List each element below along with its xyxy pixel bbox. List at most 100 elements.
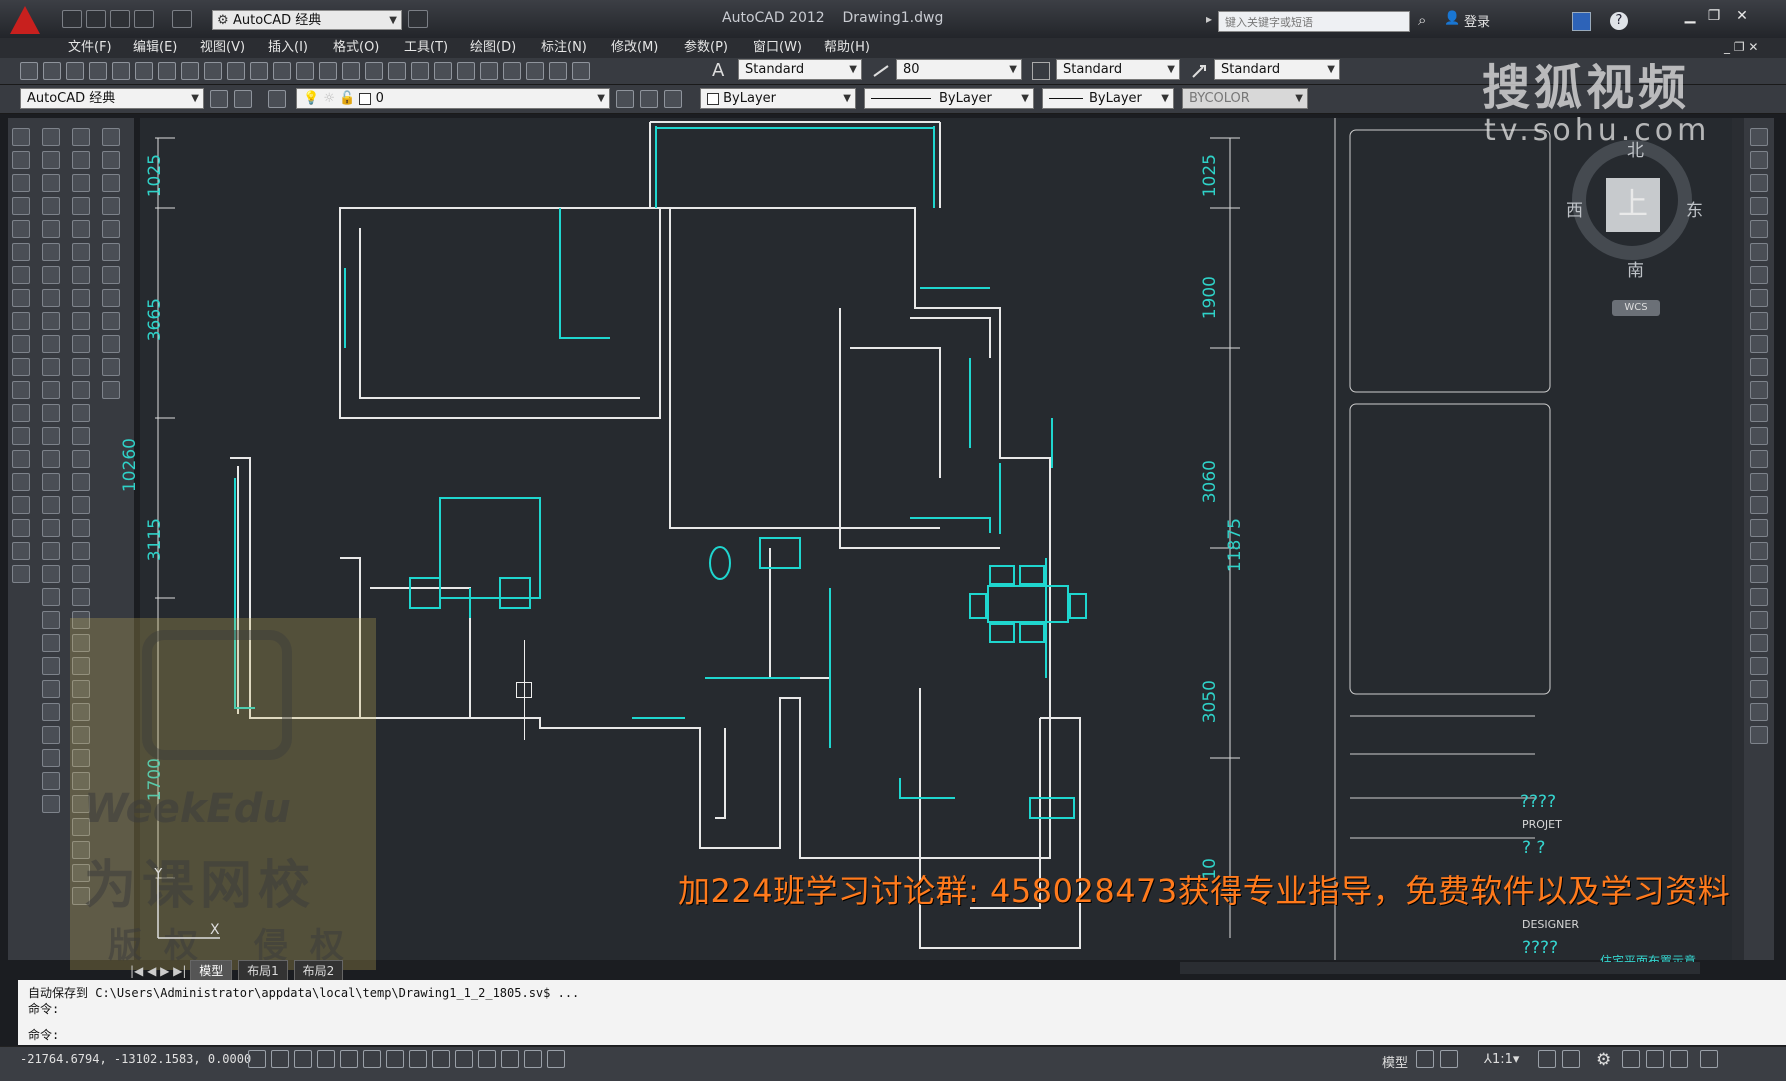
clip-viewport-icon[interactable] [1750,680,1768,698]
selection-cycling-icon[interactable] [547,1050,565,1068]
ellipse-icon[interactable] [12,335,30,353]
menu-help[interactable]: 帮助(H) [824,38,870,58]
zoom-previous-icon[interactable] [411,62,429,80]
single-viewport-icon[interactable] [1750,634,1768,652]
section-plane-icon[interactable] [72,473,90,491]
clean-screen-icon[interactable] [1700,1050,1718,1068]
offset-icon[interactable] [42,197,60,215]
array-icon[interactable] [42,220,60,238]
lineweight-select[interactable]: ByLayer ▼ [1042,88,1174,109]
workspace-save-icon[interactable] [234,90,252,108]
snap-tangent-icon[interactable] [42,749,60,767]
command-prompt[interactable]: 命令: [28,1026,59,1043]
front-view-icon[interactable] [102,220,120,238]
right-view-icon[interactable] [102,197,120,215]
pan-icon[interactable] [342,62,360,80]
layout-viewport-icon[interactable] [1750,611,1768,629]
layer-select[interactable]: 💡 ☼ 🔓 0 ▼ [296,88,610,109]
dim-jogged-icon[interactable] [1750,243,1768,261]
bottom-view-icon[interactable] [102,151,120,169]
zoom-window-icon[interactable] [388,62,406,80]
workspace-combo[interactable]: AutoCAD 经典 ▼ [20,88,204,109]
inspection-icon[interactable] [1750,473,1768,491]
snap-center-icon[interactable] [42,703,60,721]
camera-view-icon[interactable] [102,358,120,376]
insert-block-icon[interactable] [12,381,30,399]
grid-display-icon[interactable] [294,1050,312,1068]
save-icon[interactable] [408,10,428,28]
cone-icon[interactable] [72,197,90,215]
tool-palettes-icon[interactable] [480,62,498,80]
copy-icon[interactable] [204,62,222,80]
dim-edit-icon[interactable] [1750,519,1768,537]
dim-update-icon[interactable] [1750,565,1768,583]
binoculars-icon[interactable]: ⌕ [1418,11,1426,29]
named-views-icon[interactable] [1750,726,1768,744]
autocad-logo-icon[interactable] [10,6,40,34]
polygonal-viewport-icon[interactable] [1750,657,1768,675]
open-file-icon[interactable] [86,10,106,28]
color-select[interactable]: ByLayer ▼ [700,88,856,109]
rectangle-icon[interactable] [12,220,30,238]
auto-scale-icon[interactable] [1562,1050,1580,1068]
compass-east[interactable]: 东 [1686,196,1703,221]
erase-icon[interactable] [42,128,60,146]
subtract-icon[interactable] [72,427,90,445]
block-editor-icon[interactable] [273,62,291,80]
linetype-select[interactable]: ByLayer ▼ [864,88,1034,109]
redo-icon[interactable] [172,10,192,28]
layer-properties-icon[interactable] [268,90,286,108]
match-properties-icon[interactable] [250,62,268,80]
menu-dimension[interactable]: 标注(N) [541,38,587,58]
rotate-icon[interactable] [42,266,60,284]
point-icon[interactable] [12,427,30,445]
left-view-icon[interactable] [102,174,120,192]
dim-aligned-icon[interactable] [1750,151,1768,169]
fillet-icon[interactable] [42,473,60,491]
markup-icon[interactable] [526,62,544,80]
revolve-icon[interactable] [72,335,90,353]
open-icon[interactable] [43,62,61,80]
save-icon[interactable] [66,62,84,80]
mtext-icon[interactable] [12,542,30,560]
new-file-icon[interactable] [62,10,82,28]
undo-icon[interactable] [134,10,154,28]
revcloud-icon[interactable] [12,289,30,307]
layer-previous-icon[interactable] [640,90,658,108]
dim-angular-icon[interactable] [1750,289,1768,307]
text-style-select[interactable]: Standard ▼ [738,59,862,80]
quickcalc-icon[interactable] [549,62,567,80]
construction-line-icon[interactable] [12,151,30,169]
back-view-icon[interactable] [102,243,120,261]
snap-temp-icon[interactable] [42,542,60,560]
snap-perpendicular-icon[interactable] [42,772,60,790]
ortho-mode-icon[interactable] [317,1050,335,1068]
dim-continue-icon[interactable] [1750,358,1768,376]
snap-apparent-icon[interactable] [42,657,60,675]
trim-icon[interactable] [42,335,60,353]
menu-draw[interactable]: 绘图(D) [470,38,516,58]
make-block-icon[interactable] [12,404,30,422]
nw-iso-icon[interactable] [102,335,120,353]
snap-midpoint-icon[interactable] [42,611,60,629]
user-icon[interactable]: 👤 [1444,11,1460,26]
dim-ordinate-icon[interactable] [1750,197,1768,215]
polygon-icon[interactable] [12,197,30,215]
object-snap-tracking-icon[interactable] [409,1050,427,1068]
dim-style-select[interactable]: Standard ▼ [1056,59,1180,80]
workspace-switch-gear-icon[interactable]: ⚙ [1596,1050,1611,1070]
polyline-icon[interactable] [12,174,30,192]
blend-icon[interactable] [42,496,60,514]
horizontal-scrollbar[interactable] [1180,962,1700,974]
menu-parametric[interactable]: 参数(P) [684,38,728,58]
menu-modify[interactable]: 修改(M) [611,38,658,58]
extrude-icon[interactable] [72,312,90,330]
sweep-icon[interactable] [72,358,90,376]
undo-icon[interactable] [296,62,314,80]
help-icon[interactable]: ? [1610,12,1628,30]
dim-linear-icon[interactable] [1750,128,1768,146]
explode-icon[interactable] [42,519,60,537]
viewcube-top-face[interactable]: 上 [1606,178,1660,232]
doc-window-controls[interactable]: _ ❐ ✕ [1724,40,1758,54]
top-view-icon[interactable] [102,128,120,146]
